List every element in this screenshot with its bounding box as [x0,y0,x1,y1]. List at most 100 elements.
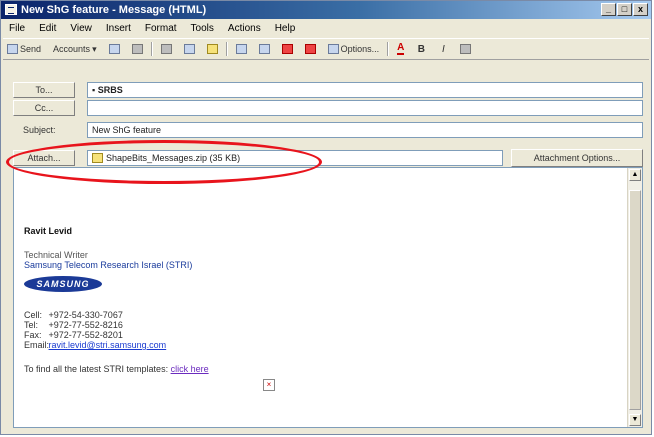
flag-button[interactable] [301,40,320,58]
send-label: Send [20,44,42,54]
contact-icon: ▪ [92,85,96,95]
paste-button[interactable] [203,40,222,58]
message-envelope-icon [5,4,17,15]
cc-button[interactable]: Cc... [13,100,75,116]
menu-edit[interactable]: Edit [39,23,56,34]
signature-organization: Samsung Telecom Research Israel (STRI) [24,260,193,270]
options-button[interactable]: Options... [324,40,384,58]
cell-line: Cell: +972-54-330-7067 [24,310,209,320]
bullets-button[interactable] [456,40,475,58]
cell-label: Cell: [24,310,43,320]
menu-view[interactable]: View [70,23,92,34]
title-bar[interactable]: New ShG feature - Message (HTML) _ □ x [1,1,651,19]
close-button[interactable]: x [633,3,648,16]
signature-name: Ravit Levid [24,226,73,236]
address-book-icon [235,44,247,54]
templates-link[interactable]: click here [171,364,209,374]
zip-file-icon [92,153,103,163]
bold-button[interactable]: B [412,40,430,58]
font-color-button[interactable]: A [393,40,408,58]
signature-title: Technical Writer [24,250,88,260]
accounts-label: Accounts [53,44,91,54]
subject-field[interactable]: New ShG feature [87,122,643,138]
menu-tools[interactable]: Tools [191,23,214,34]
tel-line: Tel: +972-77-552-8216 [24,320,209,330]
attachment-options-button[interactable]: Attachment Options... [511,149,643,167]
subject-label: Subject: [23,125,56,135]
cc-field[interactable] [87,100,643,116]
window-controls: _ □ x [601,3,648,16]
attach-button[interactable]: Attach... [13,150,75,166]
menu-help[interactable]: Help [275,23,296,34]
options-icon [327,44,339,54]
check-names-button[interactable] [255,40,274,58]
toolbar-divider [150,42,153,56]
copy-icon [183,44,195,54]
address-book-button[interactable] [232,40,251,58]
chevron-down-icon: ▾ [92,43,97,54]
templates-line: To find all the latest STRI templates: c… [24,364,209,374]
contact-details: Cell: +972-54-330-7067 Tel: +972-77-552-… [24,310,209,350]
menu-bar: File Edit View Insert Format Tools Actio… [1,20,651,36]
bullets-icon [460,44,472,54]
menu-format[interactable]: Format [145,23,177,34]
toolbar-divider [225,42,228,56]
paste-icon [206,44,218,54]
options-label: Options... [340,44,380,54]
font-color-icon: A [397,42,405,55]
tel-label: Tel: [24,320,39,330]
broken-image-icon: × [263,379,275,391]
check-names-icon [258,44,270,54]
to-field[interactable]: ▪ SRBS [87,82,643,98]
attach-field[interactable]: ShapeBits_Messages.zip (35 KB) [87,150,503,166]
copy-button[interactable] [180,40,199,58]
bold-icon: B [417,43,425,55]
email-label: Email: [24,340,50,350]
scroll-up-arrow-icon[interactable]: ▲ [629,169,641,181]
fax-line: Fax: +972-77-552-8201 [24,330,209,340]
cut-button[interactable] [157,40,176,58]
fax-label: Fax: [24,330,42,340]
to-recipient: SRBS [97,85,123,95]
scroll-thumb[interactable] [629,190,641,410]
cell-value: +972-54-330-7067 [48,310,123,320]
scroll-down-arrow-icon[interactable]: ▼ [629,414,641,426]
fax-value: +972-77-552-8201 [48,330,123,340]
templates-text: To find all the latest STRI templates: [24,364,169,374]
send-icon [7,44,18,54]
accounts-button[interactable]: Accounts ▾ [49,40,101,58]
email-line: Email: ravit.levid@stri.samsung.com [24,340,209,350]
signature-block: Ravit Levid Technical Writer Samsung Tel… [24,226,209,374]
importance-high-icon [281,44,293,54]
attach-row: Attach... ShapeBits_Messages.zip (35 KB)… [13,149,643,167]
send-button[interactable]: Send [3,40,45,58]
menu-insert[interactable]: Insert [106,23,131,34]
attachment-file[interactable]: ShapeBits_Messages.zip (35 KB) [92,151,240,165]
toolbar: Send Accounts ▾ Options... A B I [3,38,649,60]
tel-value: +972-77-552-8216 [48,320,123,330]
italic-button[interactable]: I [434,40,452,58]
save-icon [108,44,120,54]
save-button[interactable] [105,40,124,58]
cc-row: Cc... [13,100,643,116]
print-button[interactable] [128,40,147,58]
minimize-button[interactable]: _ [601,3,616,16]
to-button[interactable]: To... [13,82,75,98]
to-row: To... ▪ SRBS [13,82,643,98]
message-window: New ShG feature - Message (HTML) _ □ x F… [0,0,652,435]
toolbar-divider [387,42,390,56]
samsung-logo: SAMSUNG [24,276,102,292]
menu-file[interactable]: File [9,23,25,34]
menu-actions[interactable]: Actions [228,23,261,34]
maximize-button[interactable]: □ [617,3,632,16]
cut-icon [160,44,172,54]
importance-high-button[interactable] [278,40,297,58]
print-icon [131,44,143,54]
subject-row: Subject: New ShG feature [13,122,643,138]
window-title: New ShG feature - Message (HTML) [21,4,207,16]
attachment-filename: ShapeBits_Messages.zip (35 KB) [106,153,241,163]
vertical-scrollbar[interactable]: ▲ ▼ [627,168,642,427]
message-body[interactable]: Ravit Levid Technical Writer Samsung Tel… [13,167,643,428]
flag-icon [304,44,316,54]
email-link[interactable]: ravit.levid@stri.samsung.com [49,340,167,350]
